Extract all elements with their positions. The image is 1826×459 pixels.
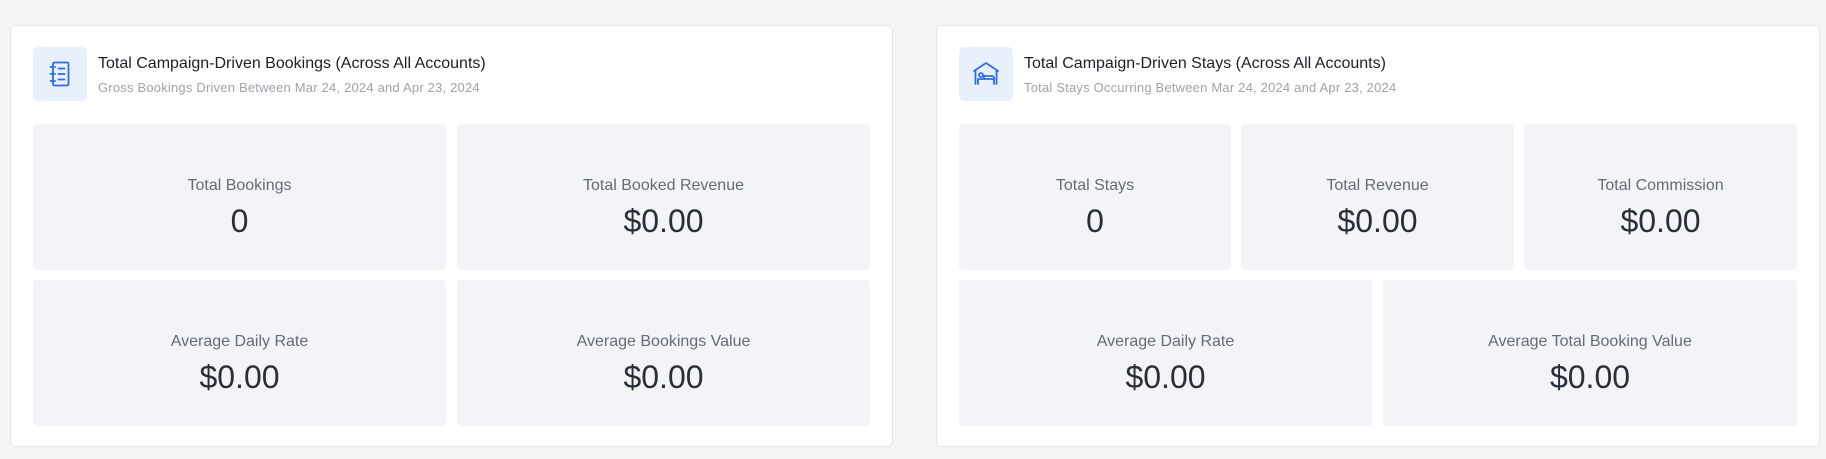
metric-label: Total Bookings [187, 177, 292, 194]
metric-label: Total Commission [1597, 177, 1724, 194]
metric-value: $0.00 [1549, 359, 1631, 395]
metric-label: Average Total Booking Value [1488, 333, 1692, 350]
metric-label: Average Daily Rate [1096, 333, 1235, 350]
metric-tile-average-daily-rate: Average Daily Rate $0.00 [33, 280, 446, 426]
bookings-card-header-text: Total Campaign-Driven Bookings (Across A… [98, 53, 486, 96]
stays-card-subtitle: Total Stays Occurring Between Mar 24, 20… [1024, 79, 1397, 95]
bookings-card-title: Total Campaign-Driven Bookings (Across A… [98, 54, 486, 72]
metric-label: Total Stays [1055, 177, 1135, 194]
metric-value: 0 [1086, 203, 1104, 239]
metric-value: $0.00 [623, 203, 704, 239]
metric-tile-total-booked-revenue: Total Booked Revenue $0.00 [457, 124, 870, 270]
bookings-card-header: Total Campaign-Driven Bookings (Across A… [33, 47, 486, 101]
metric-value: 0 [230, 203, 249, 239]
metric-tile-average-daily-rate: Average Daily Rate $0.00 [959, 280, 1372, 426]
hotel-bed-icon [959, 47, 1013, 101]
metric-label: Total Revenue [1326, 177, 1429, 194]
metric-tile-total-stays: Total Stays 0 [959, 124, 1231, 270]
notebook-list-icon [33, 47, 87, 101]
metric-label: Total Booked Revenue [583, 177, 744, 194]
metric-value: $0.00 [199, 359, 280, 395]
metric-label: Average Daily Rate [170, 333, 309, 350]
stays-card-header: Total Campaign-Driven Stays (Across All … [959, 47, 1396, 101]
metric-tile-average-total-booking-value: Average Total Booking Value $0.00 [1383, 280, 1797, 426]
stays-card-header-text: Total Campaign-Driven Stays (Across All … [1024, 53, 1396, 96]
bookings-card: Total Campaign-Driven Bookings (Across A… [10, 25, 893, 447]
metric-label: Average Bookings Value [576, 333, 751, 350]
metric-tile-total-bookings: Total Bookings 0 [33, 124, 446, 270]
metric-value: $0.00 [1125, 359, 1206, 395]
metric-tile-average-bookings-value: Average Bookings Value $0.00 [457, 280, 870, 426]
stays-card: Total Campaign-Driven Stays (Across All … [936, 25, 1820, 447]
metric-tile-total-revenue: Total Revenue $0.00 [1241, 124, 1514, 270]
metric-value: $0.00 [1337, 203, 1418, 239]
stays-card-title: Total Campaign-Driven Stays (Across All … [1024, 54, 1386, 72]
metric-tile-total-commission: Total Commission $0.00 [1524, 124, 1797, 270]
metric-value: $0.00 [1620, 203, 1701, 239]
bookings-card-subtitle: Gross Bookings Driven Between Mar 24, 20… [98, 79, 480, 95]
metric-value: $0.00 [623, 359, 704, 395]
